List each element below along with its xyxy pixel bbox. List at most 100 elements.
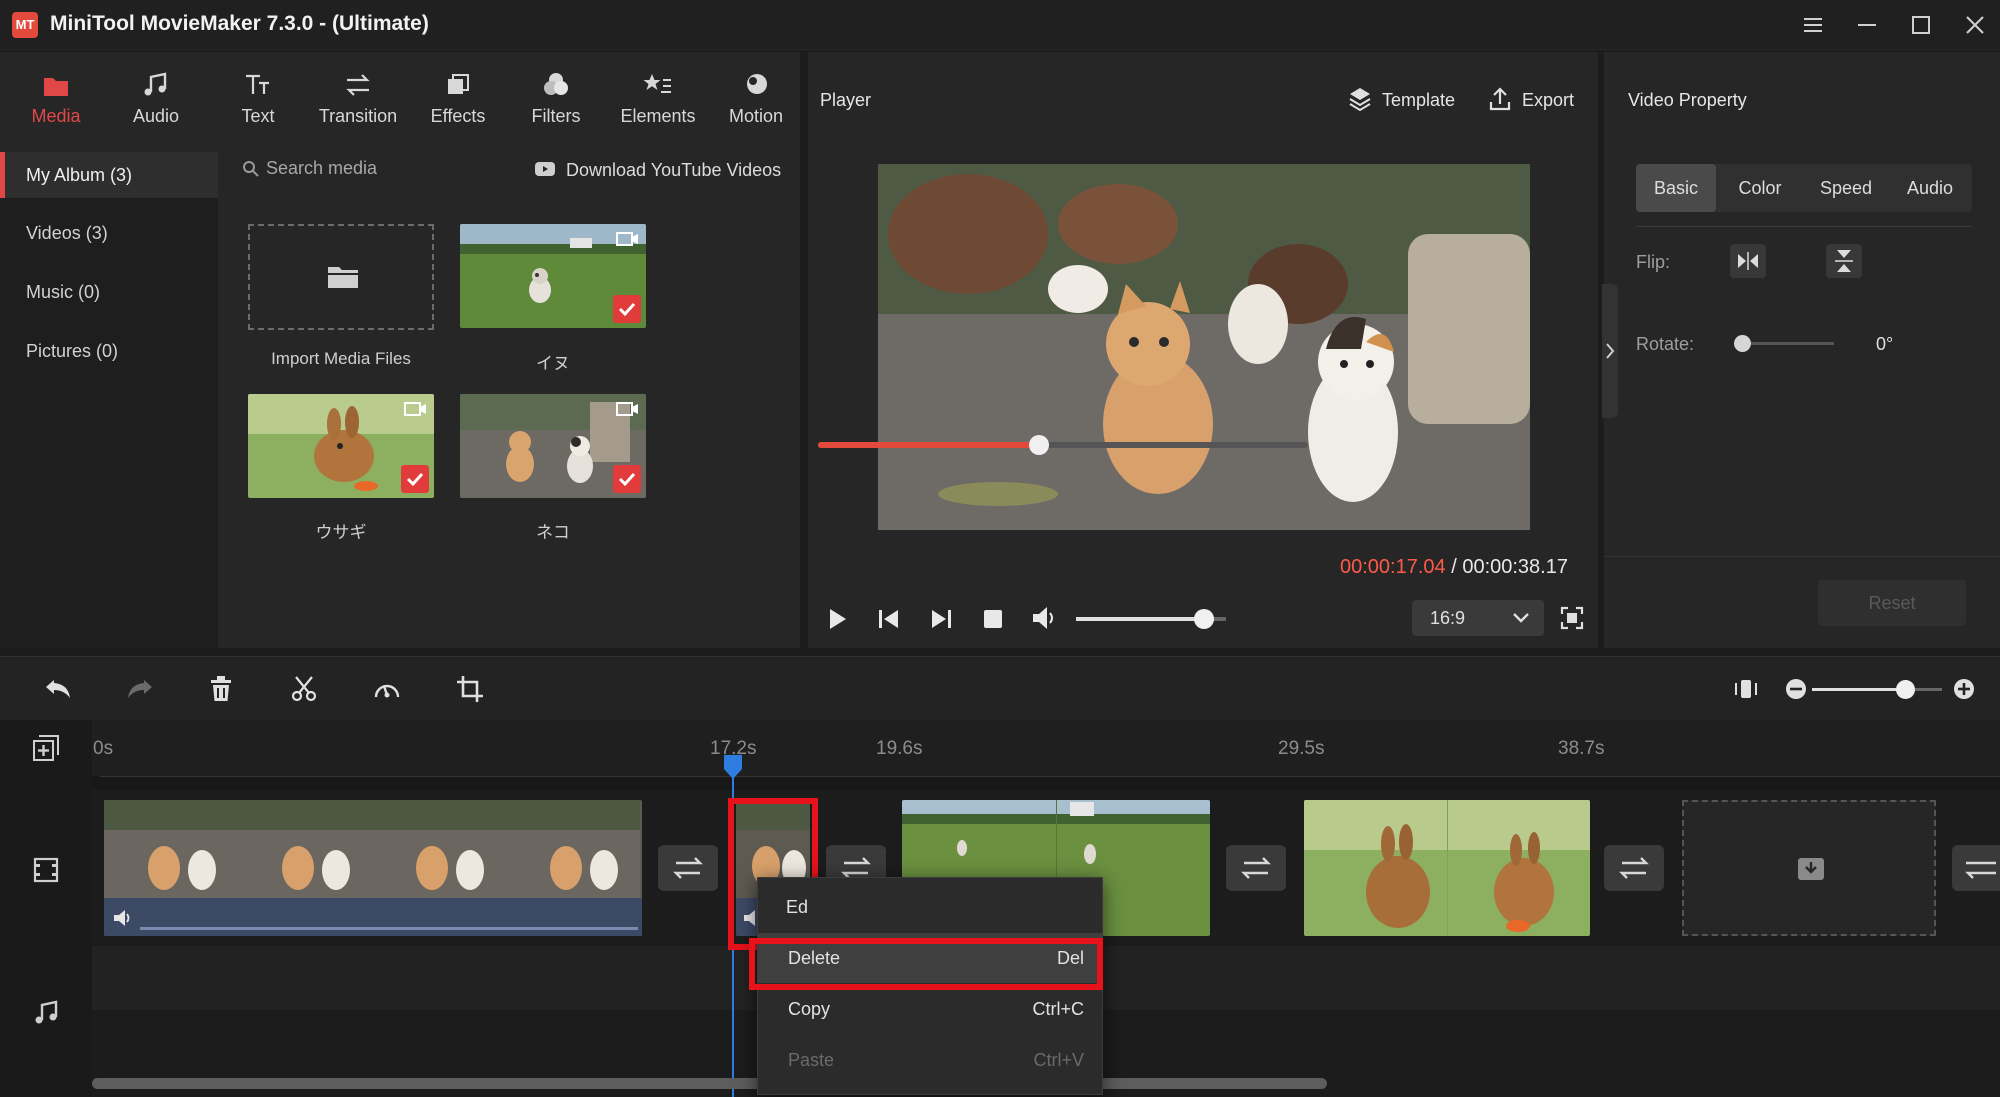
menu-item-copy[interactable]: Copy Ctrl+C bbox=[758, 984, 1102, 1034]
filters-icon bbox=[544, 73, 568, 95]
sidebar-item-music[interactable]: Music (0) bbox=[0, 269, 218, 315]
tab-label: Text bbox=[241, 106, 275, 126]
menu-item-label: Paste bbox=[788, 1050, 835, 1070]
ruler-mark-4: 38.7s bbox=[1558, 738, 1605, 759]
aspect-ratio-value: 16:9 bbox=[1430, 608, 1466, 628]
checkmark-icon bbox=[613, 295, 641, 323]
video-badge-icon bbox=[404, 402, 426, 416]
zoom-out-button[interactable] bbox=[1784, 677, 1808, 701]
redo-button[interactable] bbox=[126, 675, 154, 703]
fit-to-timeline-icon bbox=[1735, 680, 1757, 698]
fullscreen-button[interactable] bbox=[1560, 606, 1584, 630]
app-logo-icon: MT bbox=[12, 12, 38, 38]
tab-audio[interactable]: Audio bbox=[108, 70, 204, 127]
flip-vertical-button[interactable] bbox=[1826, 244, 1862, 278]
tab-text[interactable]: Text bbox=[210, 70, 306, 127]
tab-elements[interactable]: Elements bbox=[610, 70, 706, 127]
play-button[interactable] bbox=[824, 606, 850, 632]
clip-audio-icon[interactable] bbox=[112, 908, 134, 928]
video-badge-icon bbox=[616, 402, 638, 416]
chevron-right-icon bbox=[1606, 343, 1615, 359]
minimize-icon[interactable] bbox=[1852, 10, 1882, 40]
transition-slot[interactable] bbox=[1952, 845, 2000, 891]
title-bar: MT MiniTool MovieMaker 7.3.0 - (Ultimate… bbox=[0, 0, 2000, 50]
trash-icon bbox=[211, 676, 231, 701]
reset-button[interactable]: Reset bbox=[1818, 580, 1966, 626]
tab-audio-property[interactable]: Audio bbox=[1890, 164, 1970, 212]
tab-filters[interactable]: Filters bbox=[508, 70, 604, 127]
split-button[interactable] bbox=[290, 675, 318, 703]
transition-slot[interactable] bbox=[1604, 845, 1664, 891]
video-clip-rabbit[interactable] bbox=[1304, 800, 1590, 936]
property-title: Video Property bbox=[1628, 90, 1747, 110]
sidebar-item-videos[interactable]: Videos (3) bbox=[0, 210, 218, 256]
previous-frame-button[interactable] bbox=[876, 606, 902, 632]
search-input[interactable]: Search media bbox=[266, 158, 377, 179]
tab-speed[interactable]: Speed bbox=[1804, 164, 1888, 212]
tab-label: Audio bbox=[132, 106, 180, 126]
zoom-slider[interactable] bbox=[1812, 680, 1942, 699]
volume-slider[interactable] bbox=[1076, 609, 1226, 629]
folder-icon bbox=[44, 78, 68, 96]
ruler-mark-2: 19.6s bbox=[876, 738, 923, 759]
delete-button[interactable] bbox=[208, 675, 234, 703]
playhead-handle[interactable] bbox=[723, 754, 743, 780]
transition-slot[interactable] bbox=[658, 845, 718, 891]
rotate-handle[interactable] bbox=[1734, 335, 1751, 352]
next-frame-button[interactable] bbox=[928, 606, 954, 632]
checkmark-icon bbox=[613, 465, 641, 493]
stop-button[interactable] bbox=[982, 608, 1004, 630]
collapse-panel-toggle[interactable] bbox=[1602, 284, 1618, 418]
media-thumbnail-dog[interactable] bbox=[460, 224, 646, 328]
media-name-dog: イヌ bbox=[536, 354, 570, 373]
menu-item-paste[interactable]: Paste Ctrl+V bbox=[758, 1035, 1102, 1085]
video-clip-cats[interactable] bbox=[104, 800, 642, 936]
playback-progress-bar[interactable] bbox=[818, 435, 1308, 455]
sidebar-item-pictures[interactable]: Pictures (0) bbox=[0, 328, 218, 374]
tab-transition[interactable]: Transition bbox=[310, 70, 406, 127]
speaker-icon bbox=[1033, 607, 1053, 629]
tab-effects[interactable]: Effects bbox=[410, 70, 506, 127]
aspect-ratio-select[interactable]: 16:9 bbox=[1412, 600, 1544, 636]
drop-media-placeholder[interactable] bbox=[1682, 800, 1936, 936]
tab-label: Motion bbox=[728, 106, 784, 126]
redo-icon bbox=[128, 680, 152, 698]
download-youtube-button[interactable]: Download YouTube Videos bbox=[566, 160, 781, 181]
ruler-baseline bbox=[100, 776, 2000, 777]
tab-basic[interactable]: Basic bbox=[1636, 164, 1716, 212]
crop-button[interactable] bbox=[456, 675, 484, 703]
media-thumbnail-rabbit[interactable] bbox=[248, 394, 434, 498]
speed-button[interactable] bbox=[372, 675, 402, 703]
timeline-ruler[interactable] bbox=[0, 720, 2000, 776]
tab-label: Filters bbox=[531, 106, 581, 126]
zoom-in-button[interactable] bbox=[1952, 677, 1976, 701]
menu-item-edit[interactable]: Ed bbox=[758, 882, 1102, 932]
timeline-scrollbar[interactable] bbox=[92, 1078, 1327, 1089]
flip-label: Flip: bbox=[1636, 252, 1671, 272]
total-time: 00:00:38.17 bbox=[1462, 556, 1568, 578]
chevron-down-icon bbox=[1513, 613, 1529, 623]
tab-motion[interactable]: Motion bbox=[708, 70, 804, 127]
video-preview[interactable] bbox=[878, 164, 1530, 530]
volume-handle[interactable] bbox=[1193, 609, 1214, 629]
flip-horizontal-button[interactable] bbox=[1730, 244, 1766, 278]
maximize-icon[interactable] bbox=[1906, 10, 1936, 40]
fullscreen-icon bbox=[1560, 606, 1584, 630]
menu-icon[interactable] bbox=[1798, 10, 1828, 40]
zoom-handle[interactable] bbox=[1896, 680, 1916, 699]
rotate-slider[interactable] bbox=[1734, 335, 1834, 352]
volume-button[interactable] bbox=[1030, 604, 1060, 632]
add-track-button[interactable] bbox=[32, 734, 60, 762]
tab-color[interactable]: Color bbox=[1720, 164, 1800, 212]
swap-arrows-icon bbox=[673, 857, 703, 879]
import-media-button[interactable] bbox=[248, 224, 434, 330]
text-icon bbox=[246, 74, 269, 94]
sidebar-item-my-album[interactable]: My Album (3) bbox=[0, 152, 218, 198]
progress-handle[interactable] bbox=[1028, 435, 1049, 455]
close-icon[interactable] bbox=[1960, 10, 1990, 40]
undo-button[interactable] bbox=[44, 675, 72, 703]
transition-slot[interactable] bbox=[1226, 845, 1286, 891]
media-thumbnail-cats[interactable] bbox=[460, 394, 646, 498]
tab-media[interactable]: Media bbox=[8, 70, 104, 127]
fit-timeline-button[interactable] bbox=[1732, 675, 1760, 703]
